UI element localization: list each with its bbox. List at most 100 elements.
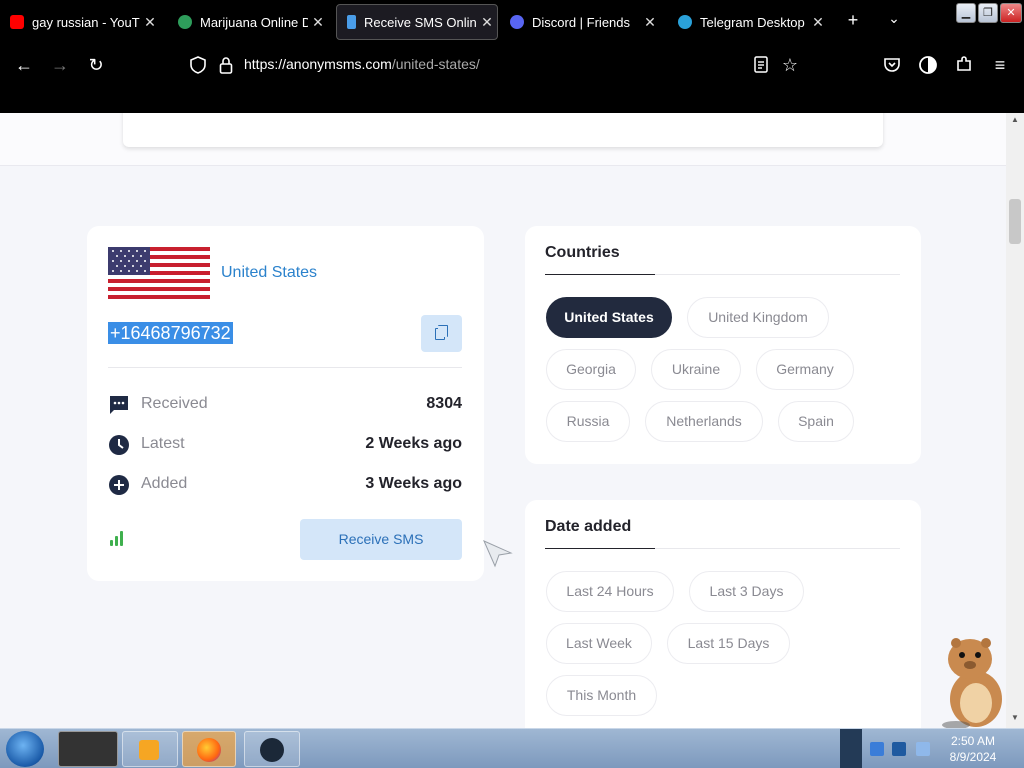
date-chip-last-week[interactable]: Last Week	[546, 623, 652, 664]
us-flag-icon	[108, 247, 210, 299]
scroll-thumb[interactable]	[1009, 199, 1021, 244]
tab-receive-sms[interactable]: Receive SMS Online ✕	[336, 4, 498, 40]
extensions-puzzle-icon[interactable]	[955, 55, 973, 73]
nav-bar: ← → ↻ https://anonymsms.com/united-state…	[0, 44, 1024, 113]
date-added-title: Date added	[545, 518, 632, 535]
page-viewport: United States +16468796732 Received 8304…	[0, 113, 1006, 728]
tab-title: gay russian - YouTube	[32, 14, 140, 30]
stat-label: Added	[141, 475, 188, 492]
tray-volume-icon[interactable]	[916, 742, 930, 756]
telegram-icon	[678, 15, 692, 29]
taskbar-terminal-icon[interactable]	[58, 731, 118, 767]
tab-bar: gay russian - YouTube ✕ Marijuana Online…	[0, 0, 1024, 44]
globe-icon	[178, 15, 192, 29]
stat-label: Latest	[141, 435, 185, 452]
tab-marijuana[interactable]: Marijuana Online Dispensary ✕	[168, 4, 328, 40]
tab-list-chevron-icon[interactable]: ⌄	[882, 10, 906, 27]
discord-icon	[510, 15, 524, 29]
tray-display-icon[interactable]	[892, 742, 906, 756]
signal-strength-icon	[110, 530, 128, 546]
tray-expand-icon[interactable]	[840, 729, 862, 768]
close-tab-icon[interactable]: ✕	[477, 14, 497, 31]
country-chip-spain[interactable]: Spain	[778, 401, 854, 442]
tab-title: Discord | Friends	[532, 14, 631, 30]
plus-circle-icon	[109, 475, 129, 495]
stat-value: 3 Weeks ago	[365, 475, 462, 492]
clock-date: 8/9/2024	[949, 750, 997, 764]
pocket-icon[interactable]	[883, 56, 901, 74]
new-tab-icon[interactable]: +	[841, 10, 865, 31]
phone-icon	[347, 15, 356, 29]
tab-youtube[interactable]: gay russian - YouTube ✕	[0, 4, 160, 40]
back-arrow-icon[interactable]: ←	[10, 54, 38, 76]
stat-latest: Latest 2 Weeks ago	[108, 433, 462, 455]
country-chip-ukraine[interactable]: Ukraine	[651, 349, 741, 390]
stat-value: 2 Weeks ago	[365, 435, 462, 452]
number-card: United States +16468796732 Received 8304…	[87, 226, 484, 581]
receive-sms-button[interactable]: Receive SMS	[300, 519, 462, 560]
youtube-icon	[10, 15, 24, 29]
divider	[545, 548, 900, 549]
phone-number[interactable]: +16468796732	[108, 322, 233, 344]
taskbar-clock[interactable]: 2:50 AM 8/9/2024	[940, 733, 1006, 765]
restore-icon[interactable]: ❐	[978, 3, 998, 23]
close-window-icon[interactable]: ✕	[1000, 3, 1022, 23]
reader-view-icon[interactable]	[754, 56, 768, 74]
bookmark-star-icon[interactable]: ☆	[776, 54, 804, 76]
country-chip-netherlands[interactable]: Netherlands	[645, 401, 763, 442]
tab-telegram[interactable]: Telegram Desktop ✕	[668, 4, 828, 40]
divider	[545, 274, 900, 275]
country-chip-united-kingdom[interactable]: United Kingdom	[687, 297, 829, 338]
clock-time: 2:50 AM	[950, 734, 996, 748]
country-chip-russia[interactable]: Russia	[546, 401, 630, 442]
scroll-down-icon[interactable]: ▼	[1006, 713, 1024, 722]
date-chip-last-3-days[interactable]: Last 3 Days	[689, 571, 804, 612]
country-link[interactable]: United States	[221, 264, 317, 282]
address-bar[interactable]: https://anonymsms.com/united-states/	[244, 56, 480, 72]
stat-label: Received	[141, 395, 208, 412]
message-icon	[110, 396, 128, 414]
taskbar-steam-icon[interactable]	[244, 731, 300, 767]
taskbar-media-player-icon[interactable]	[122, 731, 178, 767]
lock-icon[interactable]	[219, 56, 233, 74]
date-added-card: Date added Last 24 Hours Last 3 Days Las…	[525, 500, 921, 728]
taskbar: 2:50 AM 8/9/2024	[0, 728, 1024, 768]
dark-mode-icon[interactable]	[918, 55, 938, 75]
taskbar-firefox-icon[interactable]	[182, 731, 236, 767]
scroll-up-icon[interactable]: ▲	[1006, 115, 1024, 124]
tab-discord[interactable]: Discord | Friends ✕	[500, 4, 660, 40]
hamster-mascot-icon	[942, 638, 1002, 728]
reload-icon[interactable]: ↻	[82, 54, 110, 76]
stat-received: Received 8304	[108, 393, 462, 415]
mouse-cursor-icon	[483, 540, 513, 568]
tab-title: Receive SMS Online	[364, 14, 477, 30]
country-chip-united-states[interactable]: United States	[546, 297, 672, 338]
stat-value: 8304	[426, 395, 462, 412]
page-scrollbar[interactable]: ▲ ▼	[1006, 113, 1024, 728]
close-tab-icon[interactable]: ✕	[808, 14, 828, 31]
start-orb-icon[interactable]	[6, 731, 44, 767]
menu-hamburger-icon[interactable]: ≡	[986, 54, 1014, 76]
countries-title: Countries	[545, 244, 620, 261]
country-chip-germany[interactable]: Germany	[756, 349, 854, 390]
country-chip-georgia[interactable]: Georgia	[546, 349, 636, 390]
copy-button[interactable]	[421, 315, 462, 352]
tray-network-icon[interactable]	[870, 742, 884, 756]
url-path: /united-states/	[391, 56, 480, 72]
forward-arrow-icon[interactable]: →	[46, 54, 74, 76]
countries-card: Countries United States United Kingdom G…	[525, 226, 921, 464]
close-tab-icon[interactable]: ✕	[140, 14, 160, 31]
stat-added: Added 3 Weeks ago	[108, 473, 462, 495]
tab-title: Telegram Desktop	[700, 14, 805, 30]
divider	[108, 367, 462, 368]
close-tab-icon[interactable]: ✕	[640, 14, 660, 31]
date-chip-last-15-days[interactable]: Last 15 Days	[667, 623, 790, 664]
tab-title: Marijuana Online Dispensary	[200, 14, 308, 30]
close-tab-icon[interactable]: ✕	[308, 14, 328, 31]
top-card	[123, 113, 883, 147]
date-chip-this-month[interactable]: This Month	[546, 675, 657, 716]
shield-icon[interactable]	[190, 56, 206, 74]
minimize-icon[interactable]: ▁	[956, 3, 976, 23]
clock-icon	[109, 435, 129, 455]
date-chip-last-24-hours[interactable]: Last 24 Hours	[546, 571, 674, 612]
